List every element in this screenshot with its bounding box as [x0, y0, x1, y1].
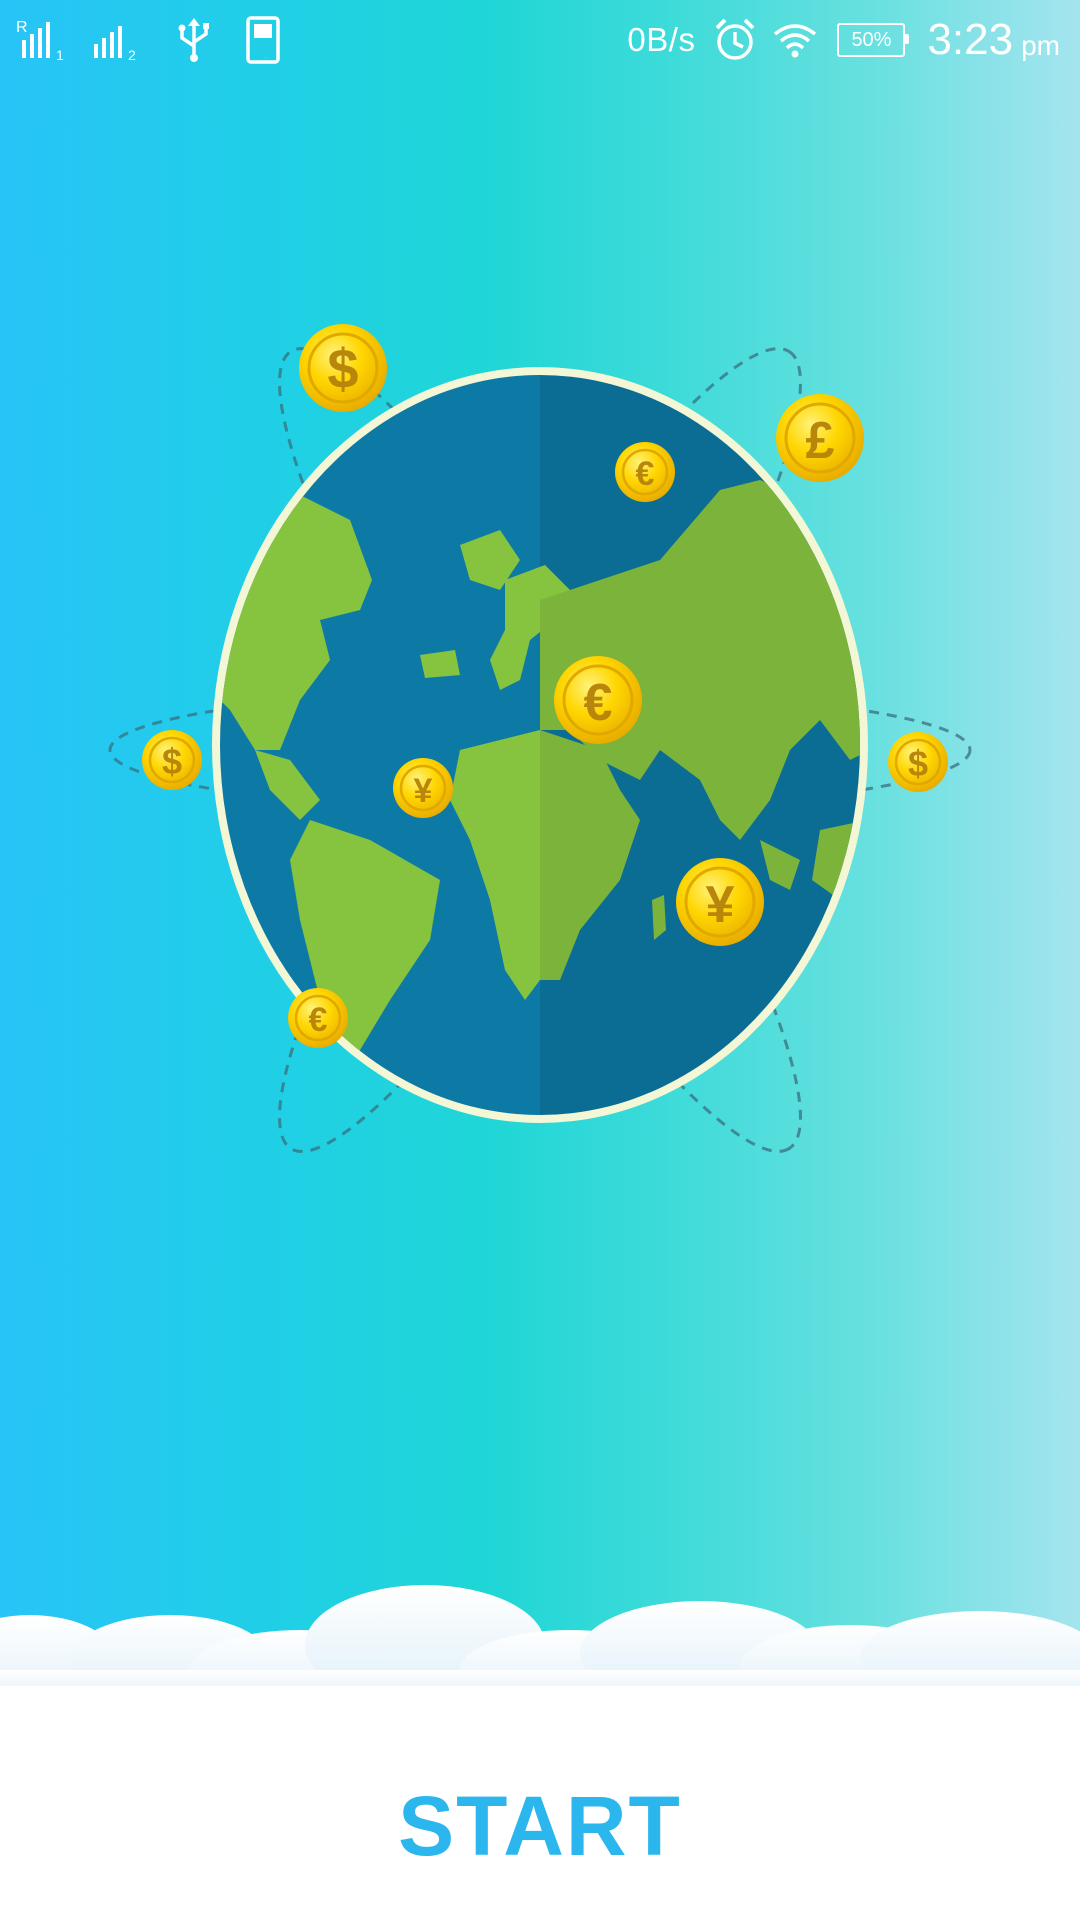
svg-text:$: $ [908, 743, 928, 784]
svg-text:€: € [584, 674, 613, 732]
hero-background: R 1 2 0B/s 50% 3:23 pm $ £ € € $ ¥ $ ¥ € [0, 0, 1080, 1695]
app-notification-icon [244, 16, 284, 64]
network-speed: 0B/s [627, 21, 696, 58]
usb-icon [172, 16, 216, 64]
svg-text:¥: ¥ [706, 876, 735, 934]
svg-text:€: € [309, 1001, 328, 1039]
battery-indicator: 50% [837, 23, 910, 57]
svg-text:$: $ [327, 337, 358, 400]
yen-coin-large-icon: ¥ [676, 858, 764, 946]
pound-coin-icon: £ [776, 394, 864, 482]
start-button[interactable]: START [340, 1766, 740, 1886]
splash-screen: R 1 2 0B/s 50% 3:23 pm $ £ € € $ ¥ $ ¥ €… [0, 0, 1080, 1920]
dollar-coin-right-icon: $ [888, 732, 948, 792]
clock-ampm: pm [1021, 30, 1060, 61]
signal-sim1-icon: R 1 [16, 18, 72, 62]
globe-currency-illustration: $ £ € € $ ¥ $ ¥ € [108, 324, 972, 1153]
dollar-coin-icon: $ [299, 324, 387, 412]
alarm-clock-icon [713, 16, 757, 64]
dollar-coin-left-icon: $ [142, 730, 202, 790]
signal-sim2-icon: 2 [88, 18, 144, 62]
svg-text:€: € [636, 455, 655, 493]
svg-text:R: R [16, 19, 28, 36]
euro-coin-small-icon: € [615, 442, 675, 502]
status-bar: R 1 2 0B/s 50% 3:23 pm [0, 0, 1080, 80]
clock-time: 3:23 [927, 15, 1014, 64]
wifi-icon [771, 20, 819, 60]
yen-coin-small-icon: ¥ [393, 758, 453, 818]
svg-text:1: 1 [56, 47, 64, 62]
svg-text:$: $ [162, 741, 182, 782]
svg-text:2: 2 [128, 47, 136, 62]
bottom-panel: START [0, 1686, 1080, 1920]
svg-text:£: £ [806, 412, 835, 470]
clouds-decoration [0, 1585, 1080, 1695]
euro-coin-center-icon: € [554, 656, 642, 744]
svg-text:¥: ¥ [414, 772, 433, 810]
euro-coin-bottom-icon: € [288, 988, 348, 1048]
